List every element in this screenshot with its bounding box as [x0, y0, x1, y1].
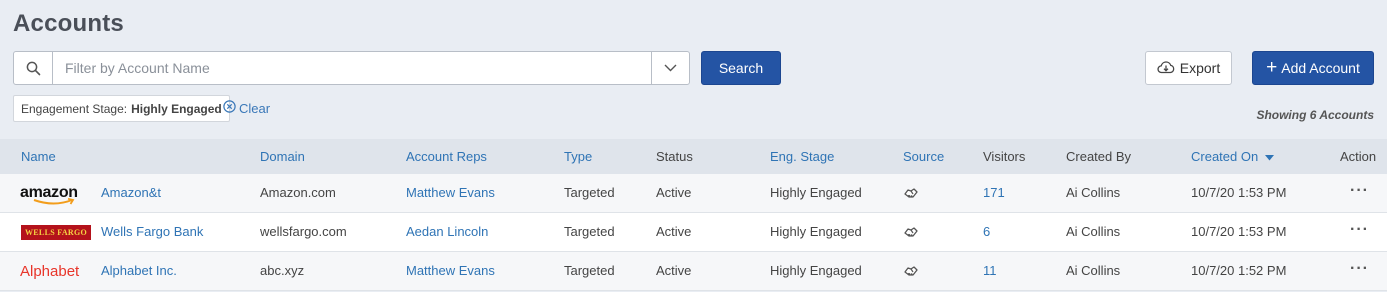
wells-fargo-logo: WELLS FARGO — [21, 221, 92, 243]
account-rep-link[interactable]: Aedan Lincoln — [406, 224, 488, 239]
handshake-icon — [904, 266, 918, 276]
account-type: Targeted — [564, 185, 615, 200]
column-header-action: Action — [1340, 149, 1377, 164]
column-header-created-on[interactable]: Created On — [1191, 149, 1274, 164]
amazon-logo: amazon — [20, 182, 78, 205]
column-header-type[interactable]: Type — [564, 149, 592, 164]
account-domain: wellsfargo.com — [260, 224, 347, 239]
account-domain: Amazon.com — [260, 185, 336, 200]
account-name-link[interactable]: Amazon&t — [101, 185, 161, 200]
table-header: Name Domain Account Reps Type Status Eng… — [0, 139, 1387, 174]
account-name-link[interactable]: Alphabet Inc. — [101, 263, 177, 278]
table-row: amazon Amazon&t Amazon.com Matthew Evans… — [0, 174, 1387, 213]
handshake-icon — [904, 227, 918, 237]
add-account-button[interactable]: + Add Account — [1252, 51, 1374, 85]
created-by: Ai Collins — [1066, 185, 1121, 200]
close-circle-icon — [223, 100, 236, 116]
account-rep-link[interactable]: Matthew Evans — [406, 263, 495, 278]
wells-fargo-logo-text: WELLS FARGO — [21, 224, 92, 240]
column-header-status: Status — [656, 149, 693, 164]
search-input[interactable] — [53, 52, 651, 84]
visitors-count-link[interactable]: 171 — [983, 185, 1005, 200]
column-header-created-by: Created By — [1066, 149, 1132, 164]
table-row: WELLS FARGO Wells Fargo Bank wellsfargo.… — [0, 213, 1387, 252]
account-rep-link[interactable]: Matthew Evans — [406, 185, 495, 200]
filter-chip: Engagement Stage: Highly Engaged — [13, 95, 230, 122]
account-status: Active — [656, 224, 692, 239]
more-options-icon[interactable]: ··· — [1350, 221, 1369, 239]
filter-value: Highly Engaged — [131, 101, 222, 116]
search-icon[interactable] — [14, 52, 53, 84]
page-title: Accounts — [13, 10, 124, 37]
search-button[interactable]: Search — [701, 51, 781, 85]
accounts-table: Name Domain Account Reps Type Status Eng… — [0, 139, 1387, 291]
created-by: Ai Collins — [1066, 263, 1121, 278]
column-header-name[interactable]: Name — [21, 149, 56, 164]
column-header-domain[interactable]: Domain — [260, 149, 305, 164]
filter-key: Engagement Stage: — [21, 101, 128, 116]
sort-down-icon — [1262, 149, 1274, 164]
alphabet-logo: Alphabet — [20, 260, 79, 282]
account-domain: abc.xyz — [260, 263, 305, 278]
account-eng-stage: Highly Engaged — [770, 263, 862, 278]
account-name-link[interactable]: Wells Fargo Bank — [101, 224, 203, 239]
account-eng-stage: Highly Engaged — [770, 224, 862, 239]
created-by: Ai Collins — [1066, 224, 1121, 239]
column-header-source[interactable]: Source — [903, 149, 944, 164]
plus-icon: + — [1266, 56, 1278, 78]
export-button[interactable]: Export — [1145, 51, 1232, 85]
search-bar — [13, 51, 690, 85]
account-status: Active — [656, 185, 692, 200]
more-options-icon[interactable]: ··· — [1350, 182, 1369, 200]
alphabet-logo-text: Alphabet — [20, 262, 80, 280]
visitors-count-link[interactable]: 6 — [983, 224, 990, 239]
column-header-account-reps[interactable]: Account Reps — [406, 149, 487, 164]
clear-label: Clear — [239, 100, 271, 116]
handshake-icon — [904, 188, 918, 198]
table-row: Alphabet Alphabet Inc. abc.xyz Matthew E… — [0, 252, 1387, 291]
account-type: Targeted — [564, 224, 615, 239]
created-on: 10/7/20 1:52 PM — [1191, 263, 1287, 278]
chevron-down-icon[interactable] — [651, 52, 689, 84]
cloud-download-icon — [1157, 60, 1175, 77]
account-type: Targeted — [564, 263, 615, 278]
visitors-count-link[interactable]: 11 — [983, 263, 997, 278]
more-options-icon[interactable]: ··· — [1350, 260, 1369, 278]
account-eng-stage: Highly Engaged — [770, 185, 862, 200]
account-status: Active — [656, 263, 692, 278]
results-count: Showing 6 Accounts — [1256, 108, 1374, 122]
table-body: amazon Amazon&t Amazon.com Matthew Evans… — [0, 174, 1387, 291]
add-account-label: Add Account — [1281, 60, 1360, 76]
amazon-smile-icon — [33, 198, 75, 205]
column-header-visitors: Visitors — [983, 149, 1026, 164]
export-label: Export — [1179, 60, 1221, 76]
created-on: 10/7/20 1:53 PM — [1191, 224, 1287, 239]
column-header-eng-stage[interactable]: Eng. Stage — [770, 149, 834, 164]
created-on: 10/7/20 1:53 PM — [1191, 185, 1287, 200]
clear-filter-link[interactable]: Clear — [223, 100, 270, 116]
created-on-label: Created On — [1191, 149, 1259, 164]
